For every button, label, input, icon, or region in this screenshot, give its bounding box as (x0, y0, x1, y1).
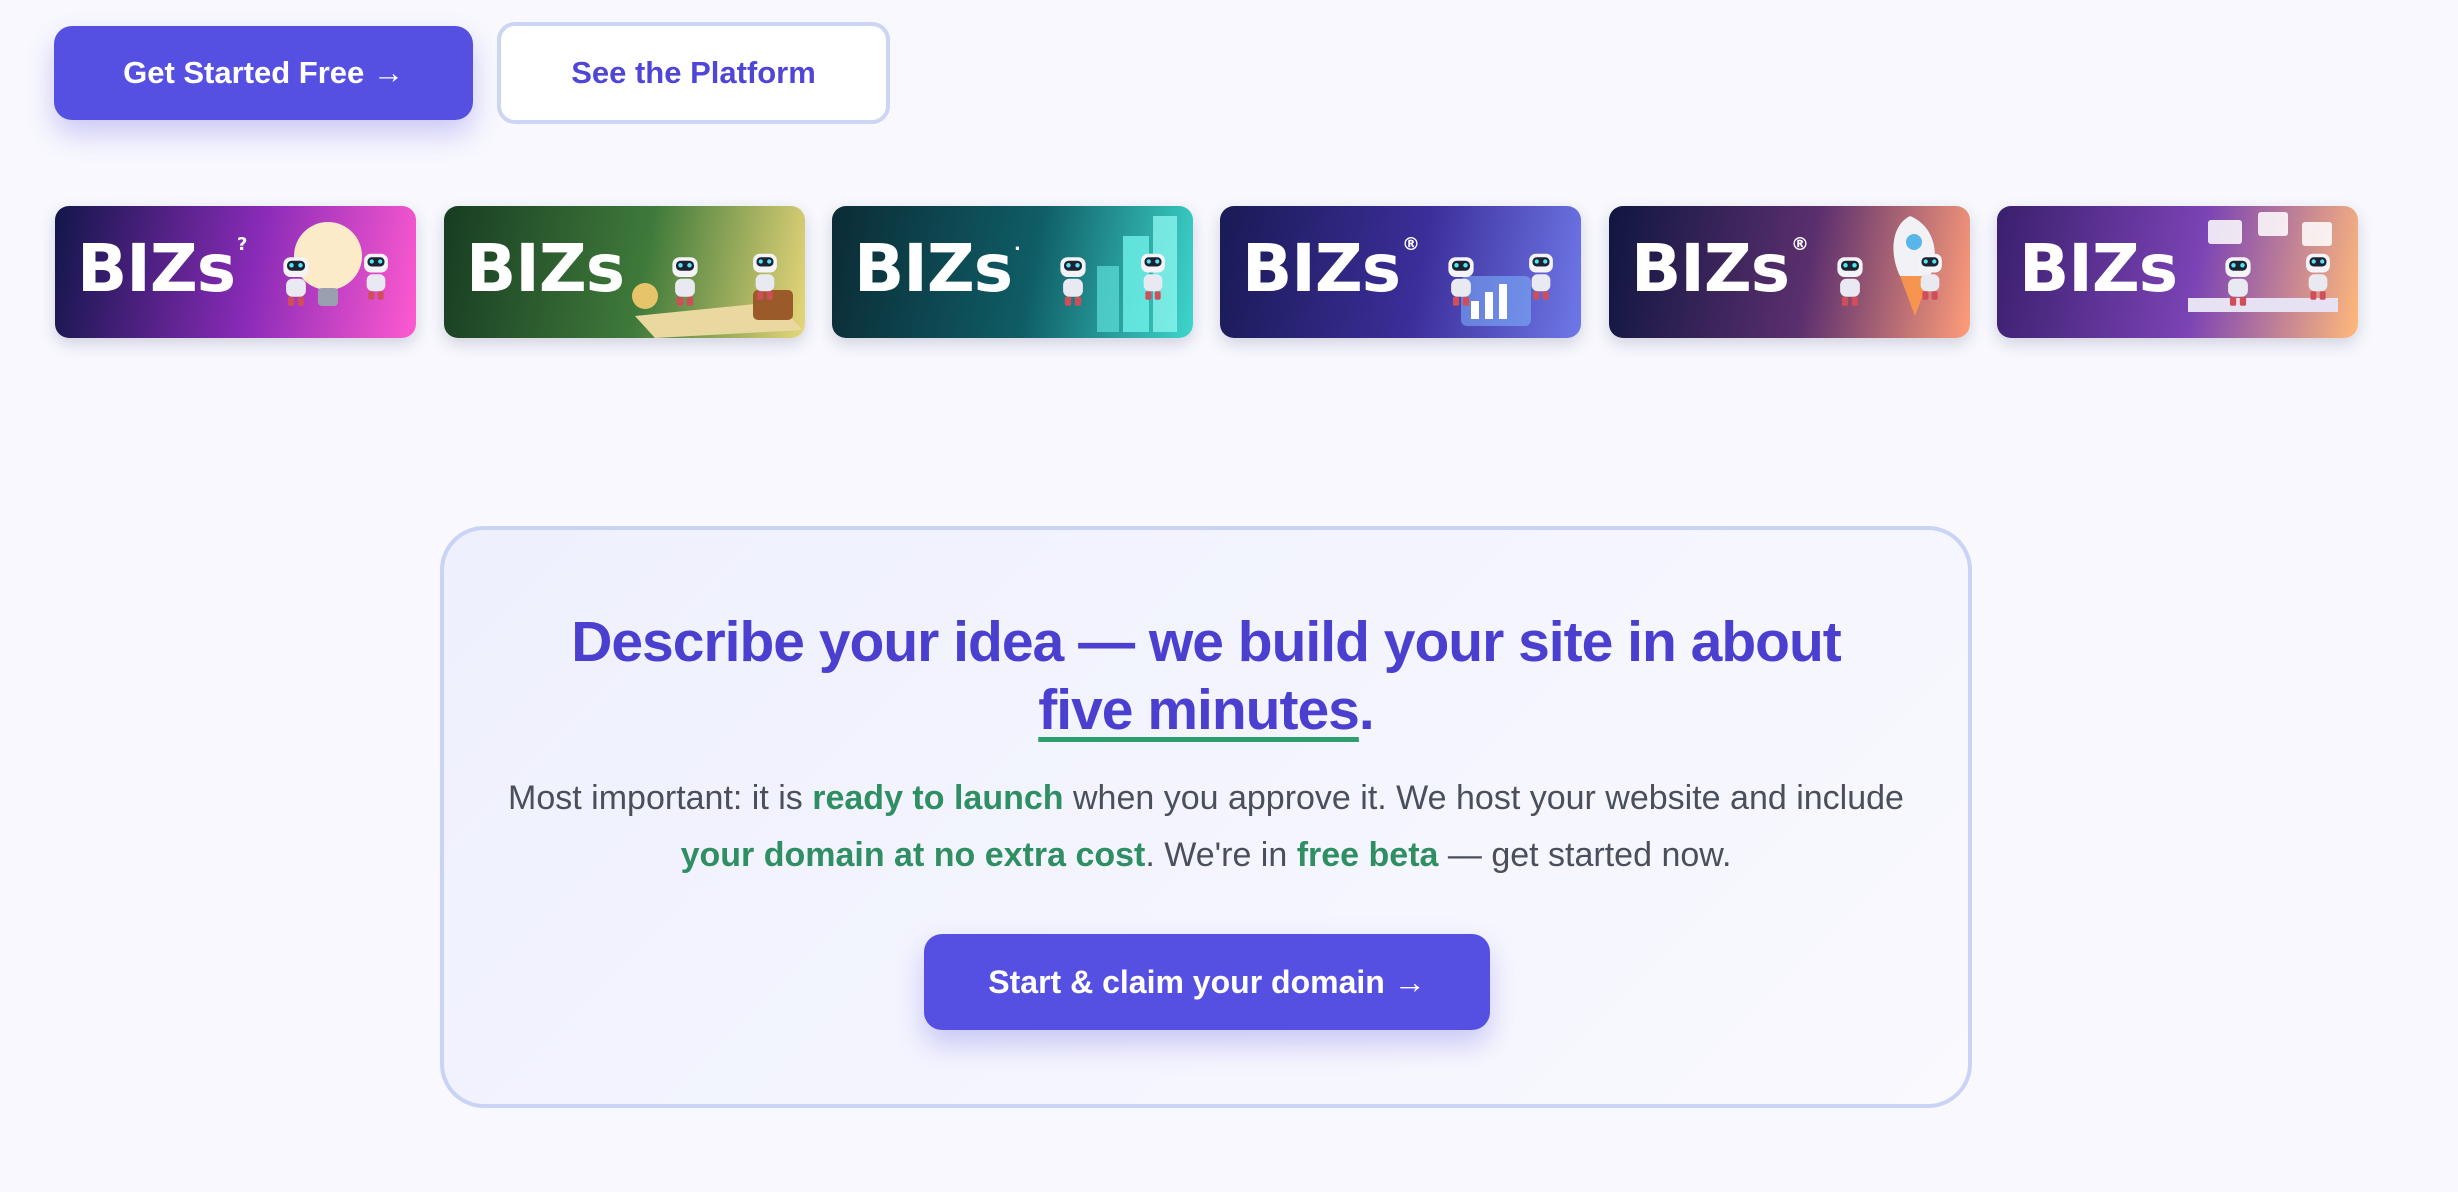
see-the-platform-button[interactable]: See the Platform (497, 22, 890, 124)
cta-title-main: Describe your idea — we build your site … (571, 610, 1842, 674)
biz-logo-mark: ? (237, 234, 248, 255)
biz-logo-text: BIZs (77, 230, 236, 307)
cta-highlight-domain: your domain at no extra cost (680, 836, 1146, 874)
biz-logo: BIZs (466, 236, 626, 302)
robot-illustration-icon (283, 222, 388, 306)
biz-logo-text: BIZs (1631, 230, 1790, 307)
biz-logo: BIZs. (854, 234, 1021, 302)
robot-illustration-icon (1837, 216, 1942, 316)
banner-rocket: BIZs ® (1609, 206, 1970, 338)
cta-highlight-ready: ready to launch (812, 779, 1064, 817)
biz-logo-text: BIZs (1242, 230, 1401, 307)
biz-logo-mark: ® (1402, 234, 1420, 255)
cta-title-underlined: five minutes (1038, 678, 1360, 742)
banner-lightbulb: BIZs? (55, 206, 416, 338)
biz-logo: BIZs ® (1242, 234, 1420, 302)
biz-logo-mark: ® (1791, 234, 1809, 255)
robot-illustration-icon (1448, 253, 1553, 326)
cta-title-end: . (1358, 678, 1375, 742)
cta-desc-text-1: Most important: it is (508, 779, 813, 817)
biz-logo-text: BIZs (466, 230, 625, 307)
robot-illustration-icon (1060, 216, 1177, 332)
banner-workspace: BIZs (1997, 206, 2358, 338)
cta-highlight-beta: free beta (1296, 836, 1439, 874)
biz-logo: BIZs ® (1631, 234, 1809, 302)
biz-logo: BIZs? (77, 234, 248, 302)
cta-desc-text-3: . We're in (1145, 836, 1297, 874)
start-claim-domain-button[interactable]: Start & claim your domain → (924, 934, 1490, 1030)
cta-title: Describe your idea — we build your site … (444, 608, 1968, 744)
cta-desc-text-4: — get started now. (1438, 836, 1732, 874)
banner-analytics: BIZs ® (1220, 206, 1581, 338)
banner-city: BIZs. (832, 206, 1193, 338)
cta-description: Most important: it is ready to launch wh… (504, 770, 1908, 884)
biz-logo: BIZs (2019, 236, 2179, 302)
biz-logo-mark: . (1014, 234, 1021, 255)
biz-logo-text: BIZs (2019, 230, 2178, 307)
get-started-free-button[interactable]: Get Started Free → (54, 26, 473, 120)
robot-illustration-icon (2188, 212, 2338, 312)
cta-desc-text-2: when you approve it. We host your websit… (1063, 779, 1904, 817)
banner-treasure-map: BIZs (444, 206, 805, 338)
biz-logo-text: BIZs (854, 230, 1013, 307)
robot-illustration-icon (632, 253, 803, 338)
cta-card: Describe your idea — we build your site … (440, 526, 1972, 1108)
